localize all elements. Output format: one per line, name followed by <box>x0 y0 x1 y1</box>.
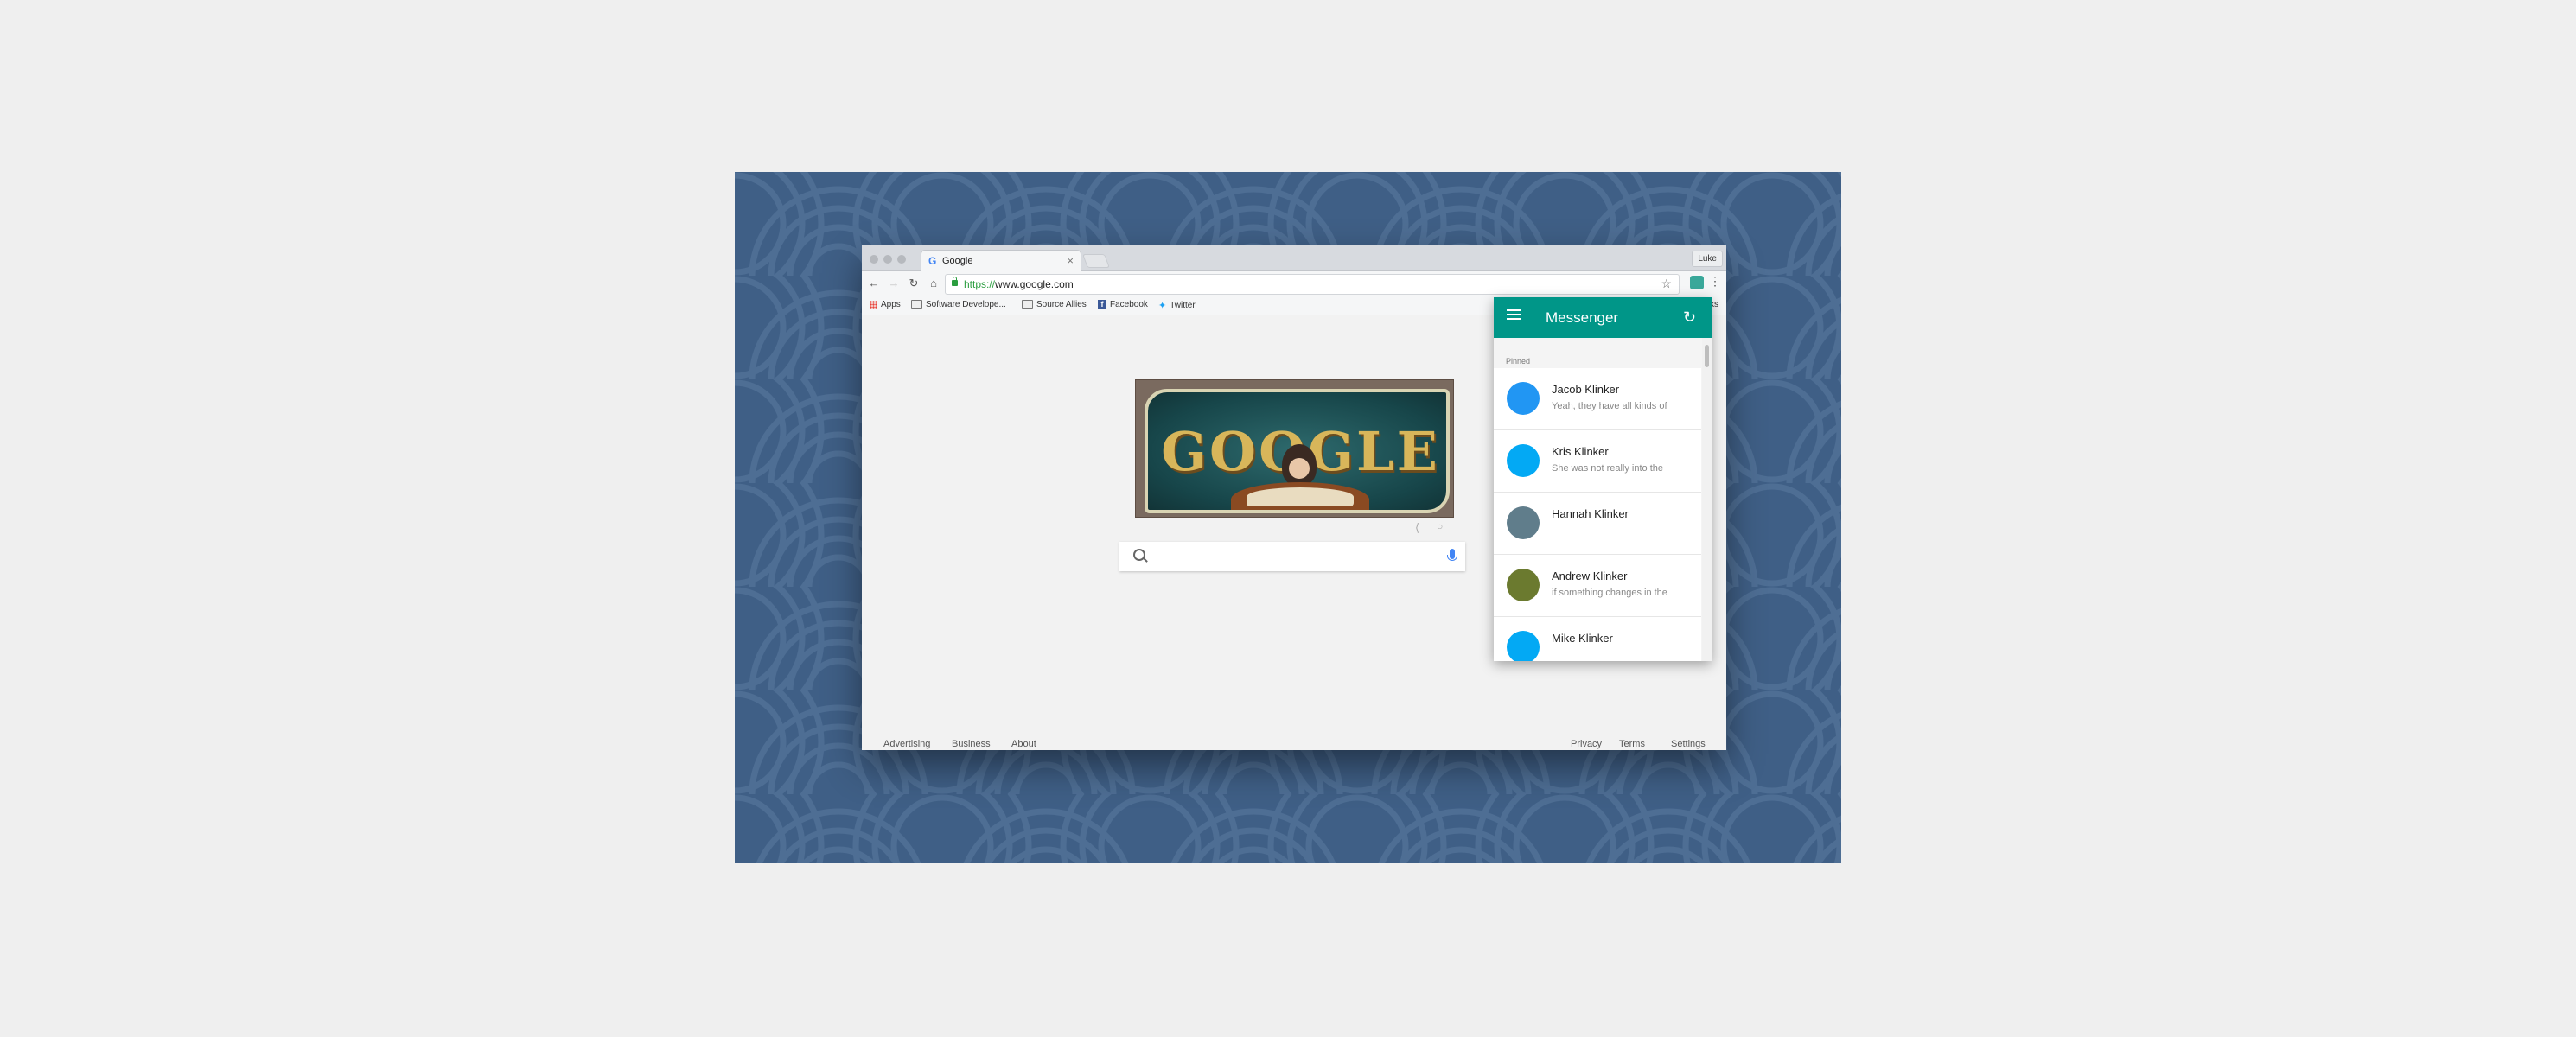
refresh-icon[interactable]: ↻ <box>1683 309 1696 325</box>
tab-strip: G Google × Luke <box>862 245 1726 271</box>
conversation-preview: She was not really into the <box>1552 463 1664 474</box>
doodle-child-figure <box>1282 444 1317 486</box>
close-icon[interactable]: × <box>1067 254 1074 267</box>
conversation-name: Kris Klinker <box>1552 445 1609 458</box>
back-icon[interactable]: ← <box>866 276 882 291</box>
share-icon[interactable]: ⟨ <box>1415 521 1419 535</box>
doodle-book <box>1231 482 1369 510</box>
bookmark-twitter[interactable]: ✦ Twitter <box>1158 300 1196 311</box>
profile-button[interactable]: Luke <box>1692 251 1723 267</box>
twitter-icon: ✦ <box>1158 301 1167 311</box>
lock-icon <box>952 277 958 286</box>
conversation-andrew-klinker[interactable]: Andrew Klinker if something changes in t… <box>1494 555 1701 617</box>
avatar <box>1507 444 1540 477</box>
bookmark-star-icon[interactable]: ☆ <box>1661 277 1672 291</box>
url-text[interactable]: https://www.google.com <box>964 278 1074 290</box>
messenger-title: Messenger <box>1546 309 1619 326</box>
conversation-kris-klinker[interactable]: Kris Klinker She was not really into the <box>1494 430 1701 493</box>
home-icon[interactable]: ⌂ <box>926 276 941 291</box>
footer-terms-link[interactable]: Terms <box>1619 739 1645 749</box>
avatar <box>1507 382 1540 415</box>
conversation-mike-klinker[interactable]: Mike Klinker <box>1494 617 1701 661</box>
doodle-search-icon[interactable]: ○ <box>1437 520 1443 532</box>
folder-icon <box>911 300 922 309</box>
bookmark-facebook[interactable]: f Facebook <box>1098 300 1148 309</box>
conversation-name: Mike Klinker <box>1552 632 1613 645</box>
conversation-name: Andrew Klinker <box>1552 569 1628 582</box>
conversation-jacob-klinker[interactable]: Jacob Klinker Yeah, they have all kinds … <box>1494 368 1701 430</box>
apps-icon <box>870 300 877 309</box>
search-icon <box>1133 549 1145 561</box>
tab-google[interactable]: G Google × <box>921 250 1081 271</box>
bookmark-software-developer[interactable]: Software Develope... <box>911 300 1006 309</box>
hamburger-menu-icon[interactable] <box>1507 314 1521 315</box>
bookmark-apps[interactable]: Apps <box>870 300 901 309</box>
address-bar[interactable]: https://www.google.com ☆ <box>945 274 1680 295</box>
avatar <box>1507 569 1540 601</box>
minimize-window-button[interactable] <box>883 255 892 264</box>
pinned-section-label: Pinned <box>1506 357 1531 366</box>
browser-menu-icon[interactable]: ⋮ <box>1709 274 1721 289</box>
footer-business-link[interactable]: Business <box>952 739 991 749</box>
microphone-icon[interactable] <box>1447 549 1457 561</box>
messenger-extension-icon[interactable] <box>1690 276 1704 289</box>
new-tab-button[interactable] <box>1082 254 1110 268</box>
folder-icon <box>1022 300 1033 309</box>
facebook-icon: f <box>1098 300 1106 309</box>
scrollbar[interactable] <box>1702 338 1712 661</box>
reload-icon[interactable]: ↻ <box>906 276 921 291</box>
messenger-header: Messenger ↻ <box>1494 297 1712 338</box>
search-input[interactable] <box>1119 542 1465 571</box>
forward-icon[interactable]: → <box>886 276 902 291</box>
messenger-popup: Messenger ↻ Pinned Jacob Klinker Yeah, t… <box>1494 297 1712 661</box>
footer-settings-link[interactable]: Settings <box>1671 739 1706 749</box>
conversation-preview: Yeah, they have all kinds of <box>1552 401 1667 411</box>
doodle-art: GOOGLE <box>1145 389 1450 513</box>
close-window-button[interactable] <box>870 255 878 264</box>
conversation-name: Hannah Klinker <box>1552 507 1629 520</box>
google-favicon-icon: G <box>928 255 937 267</box>
scrollbar-thumb[interactable] <box>1705 345 1709 367</box>
google-doodle[interactable]: GOOGLE <box>1135 379 1454 518</box>
browser-toolbar: ← → ↻ ⌂ https://www.google.com ☆ ⋮ <box>862 271 1726 296</box>
conversation-list: Pinned Jacob Klinker Yeah, they have all… <box>1494 338 1712 661</box>
footer-privacy-link[interactable]: Privacy <box>1571 739 1602 749</box>
conversation-name: Jacob Klinker <box>1552 383 1620 396</box>
bookmark-source-allies[interactable]: Source Allies <box>1022 300 1087 309</box>
avatar <box>1507 506 1540 539</box>
footer-about-link[interactable]: About <box>1011 739 1036 749</box>
avatar <box>1507 631 1540 661</box>
tab-title: Google <box>942 256 973 266</box>
conversation-preview: if something changes in the <box>1552 588 1667 598</box>
conversation-hannah-klinker[interactable]: Hannah Klinker <box>1494 493 1701 555</box>
footer-advertising-link[interactable]: Advertising <box>883 739 930 749</box>
maximize-window-button[interactable] <box>897 255 906 264</box>
